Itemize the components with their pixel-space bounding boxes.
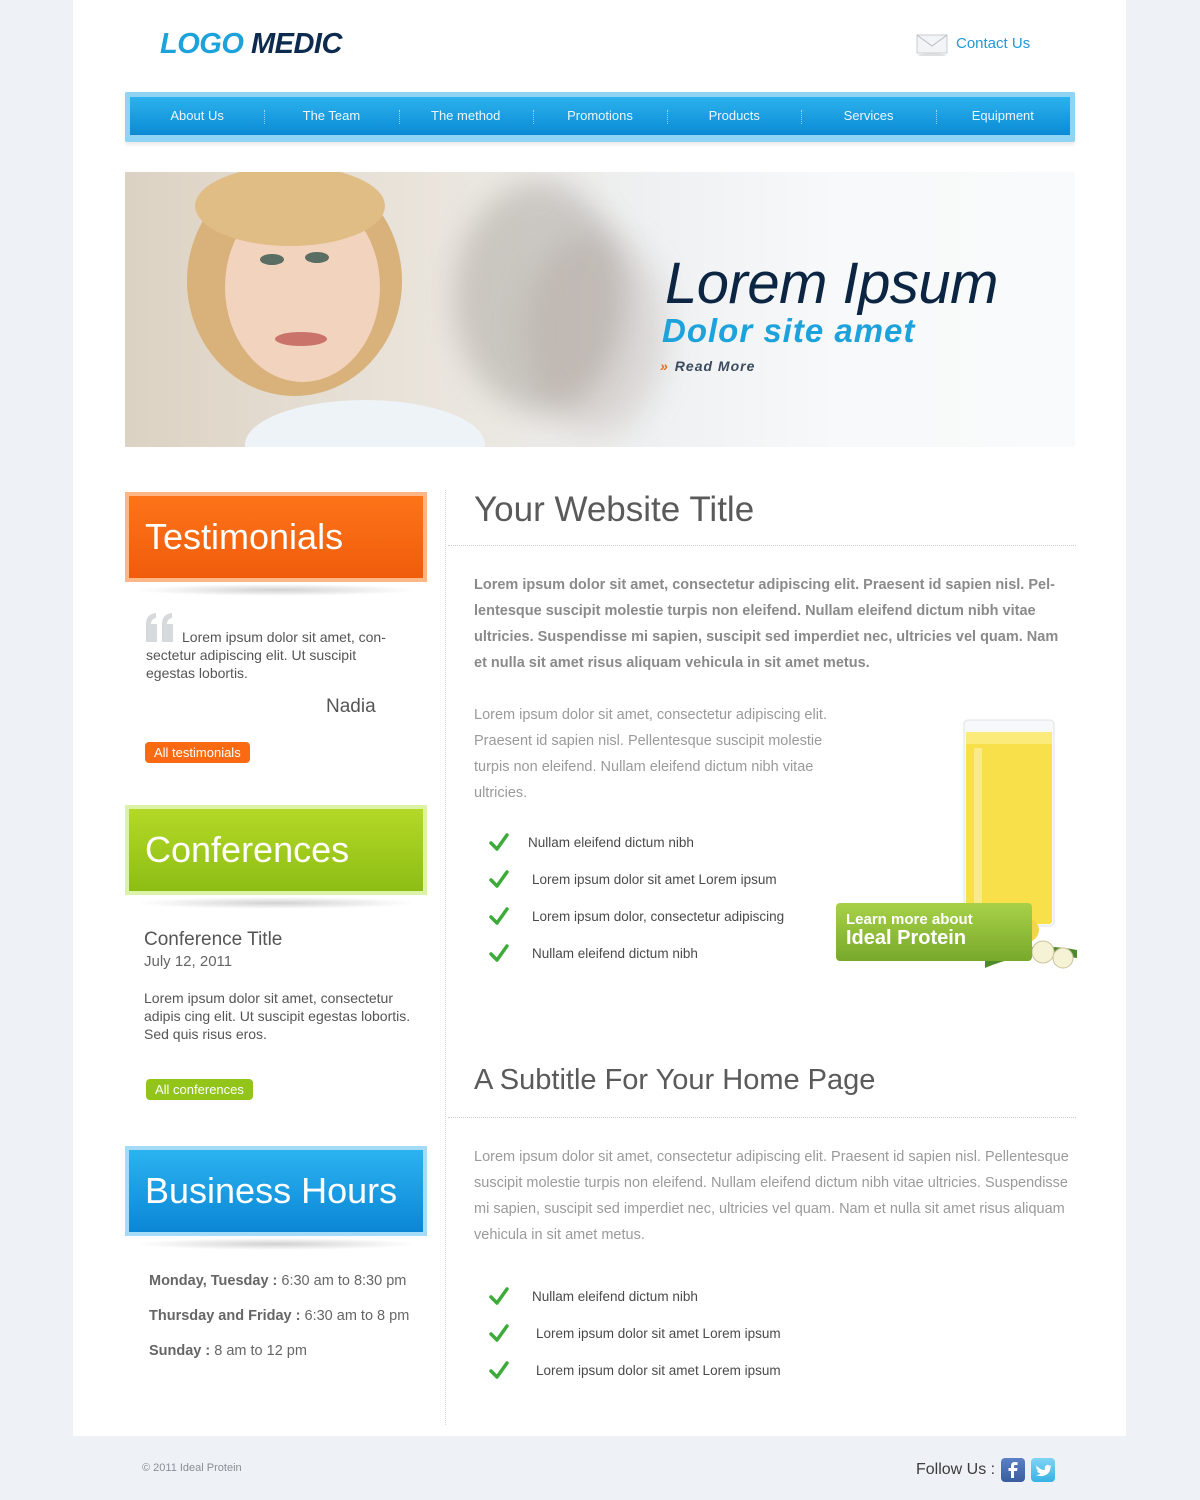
hours-day: Monday, Tuesday :	[149, 1273, 278, 1289]
body-paragraph-2: Lorem ipsum dolor sit amet, consectetur …	[474, 1149, 1069, 1243]
checklist: Nullam eleifend dictum nibh Lorem ipsum …	[488, 824, 784, 972]
envelope-icon	[916, 32, 948, 57]
copyright: © 2011 Ideal Protein	[142, 1462, 242, 1474]
check-icon	[488, 832, 510, 854]
hours-time: 6:30 am to 8:30 pm	[277, 1273, 407, 1289]
nav-item-services[interactable]: Services	[801, 97, 935, 135]
follow-us: Follow Us :	[916, 1458, 1056, 1482]
testimonial-quote: Lorem ipsum dolor sit amet, con-sectetur…	[146, 629, 386, 681]
business-hours-box-shadow	[135, 1238, 417, 1250]
check-icon	[488, 869, 510, 891]
badge-line-2: Ideal Protein	[846, 927, 967, 949]
all-conferences-button[interactable]: All conferences	[146, 1079, 253, 1100]
list-item-text: Lorem ipsum dolor sit amet Lorem ipsum	[536, 1363, 781, 1378]
testimonials-heading: Testimonials	[129, 496, 423, 578]
juice-glass-image	[962, 718, 1056, 928]
hero-banner: Lorem Ipsum Dolor site amet » Read More	[125, 172, 1075, 447]
body-paragraph: Lorem ipsum dolor sit amet, consectetur …	[474, 707, 827, 801]
contact-link[interactable]: Contact Us	[916, 32, 1031, 57]
check-icon	[488, 1286, 510, 1308]
column-divider	[445, 490, 446, 1425]
facebook-icon[interactable]	[1001, 1458, 1026, 1482]
list-item: Lorem ipsum dolor, consectetur adipiscin…	[488, 898, 784, 935]
conference-date: July 12, 2011	[144, 953, 233, 970]
nav-item-equipment[interactable]: Equipment	[935, 97, 1070, 135]
intro-paragraph: Lorem ipsum dolor sit amet, consectetur …	[474, 577, 1059, 671]
nav-item-about-us[interactable]: About Us	[130, 97, 264, 135]
follow-label: Follow Us :	[916, 1461, 996, 1478]
section-subtitle: A Subtitle For Your Home Page	[474, 1064, 876, 1096]
logo-part-1: LOGO	[160, 28, 244, 60]
list-item-text: Lorem ipsum dolor sit amet Lorem ipsum	[532, 872, 777, 887]
hours-time: 6:30 am to 8 pm	[300, 1308, 410, 1324]
hours-row: Monday, Tuesday : 6:30 am to 8:30 pm	[149, 1273, 406, 1289]
page-title: Your Website Title	[474, 490, 755, 529]
list-item: Nullam eleifend dictum nibh	[488, 935, 784, 972]
badge-line-1: Learn more about	[846, 911, 973, 928]
checklist-2: Nullam eleifend dictum nibh Lorem ipsum …	[488, 1278, 781, 1389]
nav-item-promotions[interactable]: Promotions	[532, 97, 667, 135]
all-testimonials-button[interactable]: All testimonials	[145, 742, 250, 763]
hours-day: Sunday :	[149, 1343, 211, 1359]
subtitle-divider	[448, 1117, 1076, 1118]
logo-part-2: MEDIC	[250, 28, 342, 60]
testimonial-author: Nadia	[326, 696, 376, 717]
list-item: Lorem ipsum dolor sit amet Lorem ipsum	[488, 1352, 781, 1389]
hours-time: 8 am to 12 pm	[210, 1343, 307, 1359]
business-hours-box: Business Hours	[125, 1146, 427, 1250]
list-item: Lorem ipsum dolor sit amet Lorem ipsum	[488, 861, 784, 898]
check-icon	[488, 1323, 510, 1345]
hours-row: Sunday : 8 am to 12 pm	[149, 1343, 307, 1359]
testimonials-box: Testimonials	[125, 492, 427, 596]
hero-subtitle: Dolor site amet	[662, 312, 916, 349]
main-nav: About Us The Team The method Promotions …	[125, 92, 1075, 142]
check-icon	[488, 906, 510, 928]
list-item: Nullam eleifend dictum nibh	[488, 1278, 781, 1315]
nav-item-the-team[interactable]: The Team	[264, 97, 398, 135]
nav-item-the-method[interactable]: The method	[398, 97, 533, 135]
list-item: Nullam eleifend dictum nibh	[488, 824, 784, 861]
list-item-text: Lorem ipsum dolor sit amet Lorem ipsum	[536, 1326, 781, 1341]
conference-title[interactable]: Conference Title	[144, 929, 282, 951]
conferences-heading: Conferences	[129, 809, 423, 891]
check-icon	[488, 1360, 510, 1382]
hero-photo	[125, 172, 685, 447]
read-more-label: Read More	[674, 358, 756, 374]
conferences-box: Conferences	[125, 805, 427, 909]
hours-row: Thursday and Friday : 6:30 am to 8 pm	[149, 1308, 409, 1324]
read-more-arrow-icon: »	[660, 358, 669, 374]
contact-label: Contact Us	[956, 34, 1031, 52]
hero-title: Lorem Ipsum	[665, 251, 998, 316]
conferences-box-shadow	[135, 897, 417, 909]
list-item-text: Nullam eleifend dictum nibh	[532, 1289, 698, 1304]
hero-read-more[interactable]: » Read More	[660, 358, 755, 374]
list-item-text: Nullam eleifend dictum nibh	[532, 946, 698, 961]
testimonials-box-shadow	[135, 584, 417, 596]
nav-item-products[interactable]: Products	[667, 97, 801, 135]
ideal-protein-badge[interactable]: Learn more about Ideal Protein	[836, 903, 1032, 961]
logo[interactable]: LOGO MEDIC	[160, 28, 342, 61]
hours-day: Thursday and Friday :	[149, 1308, 301, 1324]
list-item-text: Lorem ipsum dolor, consectetur adipiscin…	[532, 909, 785, 924]
conference-text: Lorem ipsum dolor sit amet, consectetur …	[144, 990, 411, 1042]
title-divider	[448, 545, 1076, 546]
list-item-text: Nullam eleifend dictum nibh	[528, 835, 694, 850]
check-icon	[488, 943, 510, 965]
nav-bar: About Us The Team The method Promotions …	[130, 97, 1070, 135]
twitter-icon[interactable]	[1031, 1458, 1056, 1482]
list-item: Lorem ipsum dolor sit amet Lorem ipsum	[488, 1315, 781, 1352]
business-hours-heading: Business Hours	[129, 1150, 423, 1232]
